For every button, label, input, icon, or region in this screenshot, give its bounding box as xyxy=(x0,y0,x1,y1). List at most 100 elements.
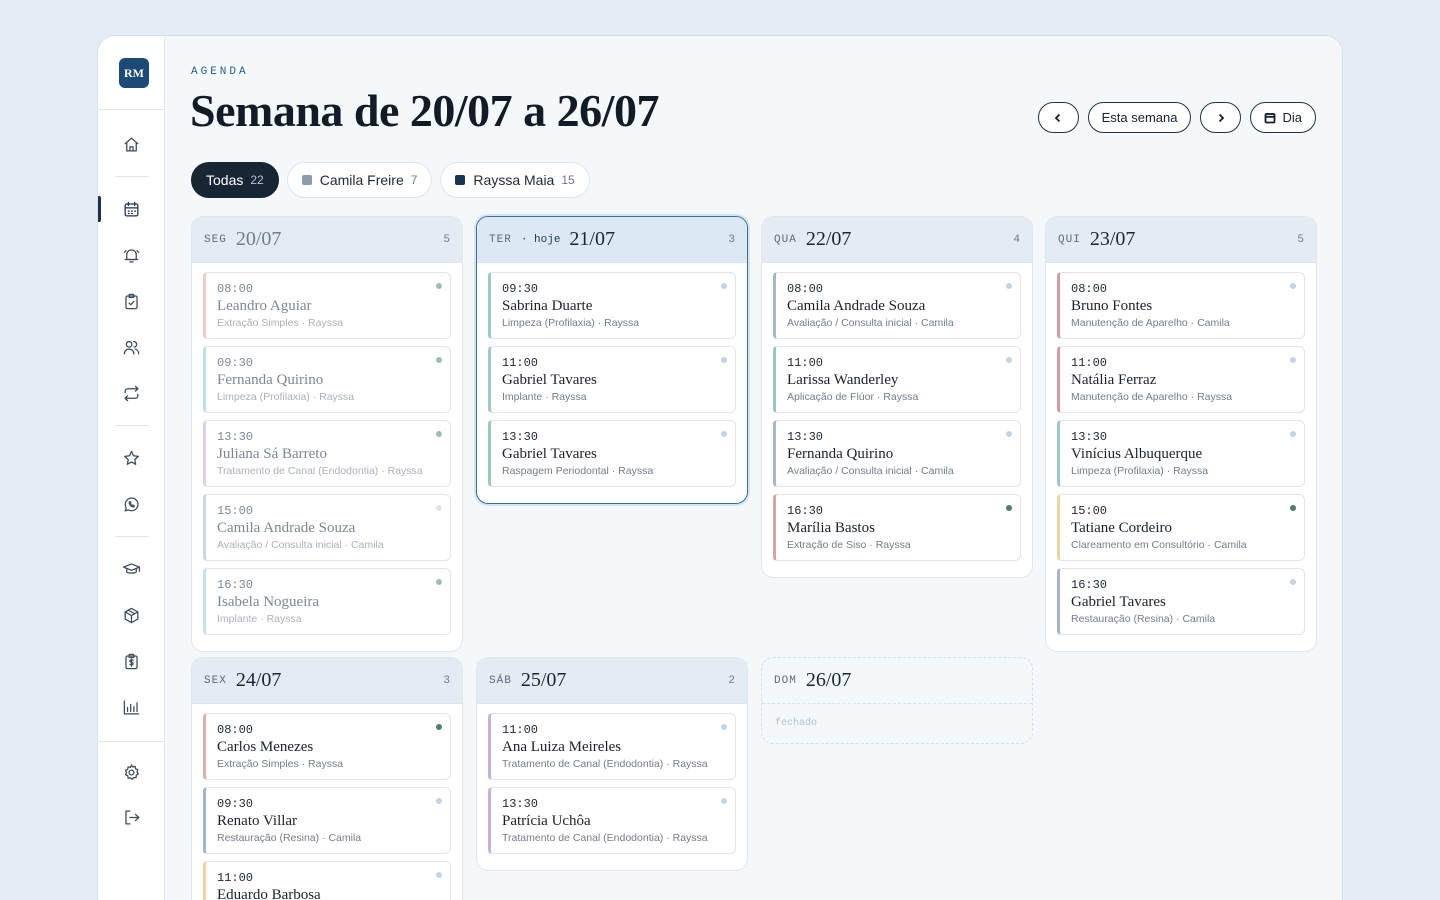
appointment-card[interactable]: 09:30 Renato Villar Restauração (Resina) ·… xyxy=(203,787,451,854)
procedure-label: Implante · Rayssa xyxy=(502,391,587,403)
procedure-label: Limpeza (Profilaxia) · Rayssa xyxy=(502,317,640,329)
bar-chart-icon[interactable] xyxy=(121,697,141,717)
procedure-label: Implante · Rayssa xyxy=(217,613,302,625)
day-header[interactable]: TER · hoje 21/07 3 xyxy=(477,217,747,263)
appointment-time: 09:30 xyxy=(217,797,254,811)
gear-icon[interactable] xyxy=(121,762,141,782)
main-content: AGENDA Semana de 20/07 a 26/07 Esta sema… xyxy=(165,36,1342,900)
appointment-card[interactable]: 11:00 Gabriel Tavares Implante · Rayssa xyxy=(488,346,736,413)
appointment-card[interactable]: 16:30 Marília Bastos Extração de Siso · Ra… xyxy=(773,494,1021,561)
appointment-time: 08:00 xyxy=(217,723,254,737)
filter-count: 7 xyxy=(410,173,418,187)
status-dot xyxy=(1006,283,1012,289)
appointment-card[interactable]: 08:00 Leandro Aguiar Extração Simples · Ra… xyxy=(203,272,451,339)
appointment-card[interactable]: 11:00 Natália Ferraz Manutenção de Aparelh… xyxy=(1057,346,1305,413)
box-icon[interactable] xyxy=(121,605,141,625)
appointment-time: 13:30 xyxy=(502,797,539,811)
appointment-time: 11:00 xyxy=(787,356,824,370)
professional-filters: Todas 22 Camila Freire 7 Rayssa Maia 15 xyxy=(191,162,590,198)
users-icon[interactable] xyxy=(121,337,141,357)
appointment-card[interactable]: 13:30 Fernanda Quirino Avaliação / Consult… xyxy=(773,420,1021,487)
sidebar-divider xyxy=(115,536,149,537)
day-appointment-count: 5 xyxy=(443,233,450,246)
appointment-card[interactable]: 16:30 Gabriel Tavares Restauração (Resina)… xyxy=(1057,568,1305,635)
appointment-card[interactable]: 09:30 Sabrina Duarte Limpeza (Profilaxia) … xyxy=(488,272,736,339)
day-header[interactable]: SEX 24/07 3 xyxy=(192,658,462,704)
repeat-icon[interactable] xyxy=(121,383,141,403)
patient-name: Fernanda Quirino xyxy=(787,446,894,462)
appointment-time: 13:30 xyxy=(502,430,539,444)
day-appointments: 09:30 Sabrina Duarte Limpeza (Profilaxia) … xyxy=(477,263,747,503)
appointment-time: 11:00 xyxy=(217,871,254,885)
day-header[interactable]: QUA 22/07 4 xyxy=(762,217,1032,263)
day-column: SÁB 25/07 2 11:00 Ana Luiza Meireles Tratamen… xyxy=(476,657,748,871)
appointment-card[interactable]: 11:00 Ana Luiza Meireles Tratamento de Can… xyxy=(488,713,736,780)
appointment-card[interactable]: 13:30 Vinícius Albuquerque Limpeza (Profil… xyxy=(1057,420,1305,487)
next-week-button[interactable] xyxy=(1200,102,1242,133)
procedure-label: Clareamento em Consultório · Camila xyxy=(1071,539,1247,551)
sidebar-divider xyxy=(115,425,149,426)
status-dot xyxy=(721,283,727,289)
day-column: QUI 23/07 5 08:00 Bruno Fontes Manutenção de … xyxy=(1045,216,1317,652)
day-appointments: 08:00 Bruno Fontes Manutenção de Aparelho … xyxy=(1046,263,1316,651)
procedure-label: Restauração (Resina) · Camila xyxy=(1071,613,1216,625)
appointment-card[interactable]: 11:00 Eduardo Barbosa xyxy=(203,861,451,900)
calendar-icon[interactable] xyxy=(121,199,141,219)
dollar-clipboard-icon[interactable] xyxy=(121,651,141,671)
this-week-button[interactable]: Esta semana xyxy=(1087,102,1192,133)
day-header[interactable]: SEG 20/07 5 xyxy=(192,217,462,263)
day-column: SEG 20/07 5 08:00 Leandro Aguiar Extração Sim… xyxy=(191,216,463,652)
appointment-card[interactable]: 11:00 Larissa Wanderley Aplicação de Flúor… xyxy=(773,346,1021,413)
calendar-icon xyxy=(1265,112,1276,123)
procedure-label: Tratamento de Canal (Endodontia) · Rayss… xyxy=(502,758,708,770)
filter-chip[interactable]: Rayssa Maia 15 xyxy=(440,162,590,198)
day-date: 20/07 xyxy=(235,228,282,250)
whatsapp-icon[interactable] xyxy=(121,494,141,514)
procedure-label: Extração Simples · Rayssa xyxy=(217,317,344,329)
appointment-card[interactable]: 13:30 Gabriel Tavares Raspagem Periodontal… xyxy=(488,420,736,487)
filter-chip[interactable]: Camila Freire 7 xyxy=(286,162,433,198)
procedure-label: Tratamento de Canal (Endodontia) · Rayss… xyxy=(502,832,708,844)
appointment-card[interactable]: 13:30 Patrícia Uchôa Tratamento de Canal (… xyxy=(488,787,736,854)
day-appointments: 08:00 Camila Andrade Souza Avaliação / Con… xyxy=(762,263,1032,577)
status-dot xyxy=(1006,505,1012,511)
filter-chip[interactable]: Todas 22 xyxy=(191,162,279,198)
active-nav-indicator xyxy=(98,196,101,222)
appointment-card[interactable]: 08:00 Carlos Menezes Extração Simples · Ra… xyxy=(203,713,451,780)
sidebar-divider xyxy=(98,741,164,742)
procedure-label: Manutenção de Aparelho · Camila xyxy=(1071,317,1230,329)
sidebar: RM xyxy=(98,36,165,900)
day-header[interactable]: DOM 26/07 xyxy=(762,658,1032,704)
graduation-cap-icon[interactable] xyxy=(121,559,141,579)
appointment-card[interactable]: 15:00 Tatiane Cordeiro Clareamento em Cons… xyxy=(1057,494,1305,561)
day-column: SEX 24/07 3 08:00 Carlos Menezes Extração Sim… xyxy=(191,657,463,900)
day-header[interactable]: SÁB 25/07 2 xyxy=(477,658,747,704)
brand-logo[interactable]: RM xyxy=(119,58,149,88)
appointment-card[interactable]: 15:00 Camila Andrade Souza Avaliação / Con… xyxy=(203,494,451,561)
patient-name: Renato Villar xyxy=(217,813,298,829)
day-of-week: TER xyxy=(489,233,512,246)
day-view-button[interactable]: Dia xyxy=(1250,102,1316,133)
day-of-week: SEX xyxy=(204,674,227,687)
day-of-week: QUA xyxy=(774,233,797,246)
day-appointments: 11:00 Ana Luiza Meireles Tratamento de Can… xyxy=(477,704,747,870)
bell-icon[interactable] xyxy=(121,245,141,265)
appointment-card[interactable]: 16:30 Isabela Nogueira Implante · Rayssa xyxy=(203,568,451,635)
logout-icon[interactable] xyxy=(121,807,141,827)
appointment-card[interactable]: 13:30 Juliana Sá Barreto Tratamento de Can… xyxy=(203,420,451,487)
clipboard-icon[interactable] xyxy=(121,291,141,311)
appointment-card[interactable]: 08:00 Bruno Fontes Manutenção de Aparelho … xyxy=(1057,272,1305,339)
appointment-time: 09:30 xyxy=(217,356,254,370)
appointment-card[interactable]: 09:30 Fernanda Quirino Limpeza (Profilaxia… xyxy=(203,346,451,413)
star-icon[interactable] xyxy=(121,448,141,468)
patient-name: Ana Luiza Meireles xyxy=(502,739,622,755)
day-date: 24/07 xyxy=(235,669,282,691)
patient-name: Marília Bastos xyxy=(787,520,875,536)
day-date: 25/07 xyxy=(520,669,567,691)
home-icon[interactable] xyxy=(121,134,141,154)
appointment-card[interactable]: 08:00 Camila Andrade Souza Avaliação / Con… xyxy=(773,272,1021,339)
procedure-label: Raspagem Periodontal · Rayssa xyxy=(502,465,654,477)
day-header[interactable]: QUI 23/07 5 xyxy=(1046,217,1316,263)
prev-week-button[interactable] xyxy=(1037,102,1079,133)
chevron-left-icon xyxy=(1054,113,1061,122)
